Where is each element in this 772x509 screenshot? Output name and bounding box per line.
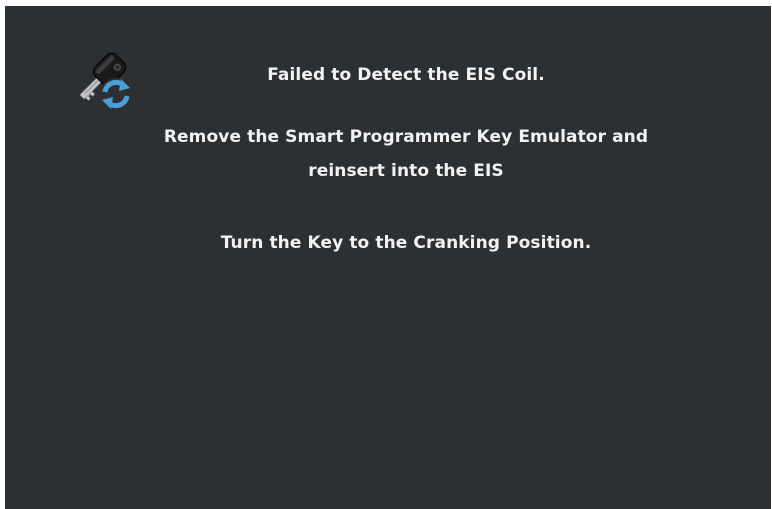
remove-instruction-line-1: Remove the Smart Programmer Key Emulator… (163, 127, 649, 147)
cranking-instruction: Turn the Key to the Cranking Position. (220, 233, 592, 253)
error-title: Failed to Detect the EIS Coil. (267, 65, 545, 85)
message-screen: Failed to Detect the EIS Coil. Remove th… (5, 6, 771, 509)
remove-instruction-line-2: reinsert into the EIS (308, 161, 504, 181)
